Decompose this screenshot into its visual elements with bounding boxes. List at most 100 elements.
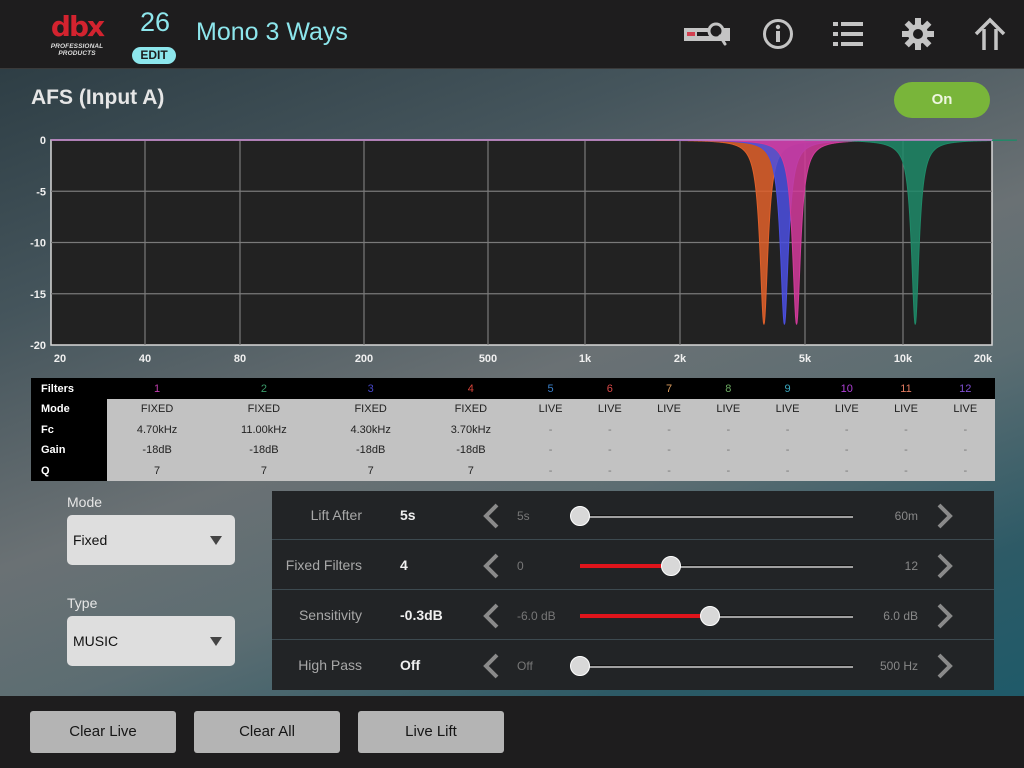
filter-number[interactable]: 7 <box>639 378 699 399</box>
filters-row-fc: Fc 4.70kHz 11.00kHz 4.30kHz 3.70kHz - - - - - - - - <box>31 419 995 440</box>
filter-gain-cell: -18dB <box>320 440 421 461</box>
filter-mode-cell: FIXED <box>320 399 421 420</box>
x-tick-label: 200 <box>355 353 373 365</box>
filter-number[interactable]: 2 <box>207 378 321 399</box>
chevron-right-icon[interactable] <box>932 553 956 579</box>
mode-dropdown[interactable]: Fixed <box>67 515 235 565</box>
filter-fc-cell: 11.00kHz <box>207 419 321 440</box>
filter-number[interactable]: 1 <box>107 378 208 399</box>
chevron-down-icon <box>210 637 222 646</box>
filter-number[interactable]: 4 <box>420 378 521 399</box>
filter-gain-cell: - <box>757 440 818 461</box>
filters-table: Filters 1 2 3 4 5 6 7 8 9 10 11 12 Mode FIXED FIXED FIXE… <box>31 378 995 481</box>
list-icon[interactable] <box>828 14 868 54</box>
filter-q-cell: 7 <box>320 460 421 481</box>
fixed-filters-min: 0 <box>517 559 524 573</box>
y-tick-label: -10 <box>30 238 46 250</box>
lift-after-value: 5s <box>400 507 416 523</box>
fixed-filters-label: Fixed Filters <box>285 557 362 573</box>
x-tick-label: 40 <box>139 353 151 365</box>
fixed-filters-slider-fill <box>580 564 671 568</box>
top-bar: dbx PROFESSIONAL PRODUCTS 26 EDIT Mono 3… <box>0 0 1024 69</box>
filter-gain-cell: -18dB <box>207 440 321 461</box>
high-pass-min: Off <box>517 659 533 673</box>
lift-after-min: 5s <box>517 509 530 523</box>
filter-number[interactable]: 6 <box>580 378 640 399</box>
sensitivity-value: -0.3dB <box>400 607 443 623</box>
filter-q-cell: 7 <box>420 460 521 481</box>
filter-mode-cell: LIVE <box>580 399 640 420</box>
filter-gain-cell: -18dB <box>107 440 208 461</box>
filter-q-cell: - <box>580 460 640 481</box>
row-label: Q <box>31 460 107 481</box>
sensitivity-max: 6.0 dB <box>883 609 918 623</box>
fixed-filters-max: 12 <box>904 559 918 573</box>
sensitivity-slider-fill <box>580 614 710 618</box>
chevron-left-icon[interactable] <box>480 553 504 579</box>
lift-after-max: 60m <box>894 509 918 523</box>
filter-mode-cell: LIVE <box>520 399 581 420</box>
filter-gain-cell: - <box>817 440 877 461</box>
gear-icon[interactable] <box>898 14 938 54</box>
bottom-bar: Clear Live Clear All Live Lift <box>0 696 1024 768</box>
row-label: Filters <box>31 378 107 399</box>
info-icon[interactable] <box>758 14 798 54</box>
live-lift-button[interactable]: Live Lift <box>358 711 504 753</box>
home-icon[interactable] <box>970 14 1010 54</box>
lift-after-slider-track[interactable] <box>580 515 853 518</box>
high-pass-slider-thumb[interactable] <box>570 656 590 676</box>
type-label: Type <box>67 595 98 611</box>
mode-label: Mode <box>67 494 103 510</box>
filter-fc-cell: - <box>757 419 818 440</box>
sensitivity-min: -6.0 dB <box>517 609 556 623</box>
lift-after-label: Lift After <box>310 507 362 523</box>
filter-number[interactable]: 10 <box>817 378 877 399</box>
clear-live-button[interactable]: Clear Live <box>30 711 176 753</box>
y-tick-label: -5 <box>36 186 46 198</box>
filter-q-cell: - <box>935 460 995 481</box>
lift-after-slider-thumb[interactable] <box>570 506 590 526</box>
lift-after-row: Lift After 5s 5s 60m <box>272 491 994 540</box>
dbx-logo: dbx PROFESSIONAL PRODUCTS <box>34 12 120 58</box>
afs-on-toggle[interactable]: On <box>894 82 990 118</box>
filter-gain-cell: - <box>639 440 699 461</box>
high-pass-slider-track[interactable] <box>580 665 853 668</box>
fixed-filters-slider-thumb[interactable] <box>660 556 681 576</box>
high-pass-row: High Pass Off Off 500 Hz <box>272 641 994 690</box>
chevron-right-icon[interactable] <box>932 603 956 629</box>
chevron-right-icon[interactable] <box>932 503 956 529</box>
fixed-filters-value: 4 <box>400 557 408 573</box>
filter-number[interactable]: 5 <box>520 378 581 399</box>
device-search-icon[interactable] <box>683 14 733 54</box>
sensitivity-row: Sensitivity -0.3dB -6.0 dB 6.0 dB <box>272 591 994 640</box>
filter-number[interactable]: 11 <box>876 378 936 399</box>
clear-all-button[interactable]: Clear All <box>194 711 340 753</box>
filter-number[interactable]: 3 <box>320 378 421 399</box>
filter-mode-cell: LIVE <box>698 399 758 420</box>
filters-row-q: Q7777-------- <box>31 460 995 481</box>
preset-number: 26 <box>139 7 171 37</box>
filter-gain-cell: - <box>580 440 640 461</box>
chevron-left-icon[interactable] <box>480 653 504 679</box>
filter-number[interactable]: 8 <box>698 378 758 399</box>
x-tick-label: 2k <box>674 353 687 365</box>
filter-gain-cell: -18dB <box>420 440 521 461</box>
chevron-right-icon[interactable] <box>932 653 956 679</box>
filter-fc-cell: - <box>639 419 699 440</box>
filter-mode-cell: FIXED <box>207 399 321 420</box>
chevron-left-icon[interactable] <box>480 603 504 629</box>
filters-row-mode: Mode FIXED FIXED FIXED FIXED LIVE LIVE LIVE LIVE… <box>31 399 995 420</box>
filter-mode-cell: LIVE <box>876 399 936 420</box>
sensitivity-label: Sensitivity <box>298 607 362 623</box>
type-dropdown[interactable]: MUSIC <box>67 616 235 666</box>
filter-number[interactable]: 12 <box>935 378 995 399</box>
filter-fc-cell: 4.70kHz <box>107 419 208 440</box>
x-tick-label: 20 <box>54 353 66 365</box>
edit-button[interactable]: EDIT <box>132 47 176 64</box>
x-tick-label: 1k <box>579 353 592 365</box>
filter-number[interactable]: 9 <box>757 378 818 399</box>
x-tick-label: 5k <box>799 353 812 365</box>
chevron-left-icon[interactable] <box>480 503 504 529</box>
sensitivity-slider-thumb[interactable] <box>699 606 720 626</box>
row-label: Gain <box>31 440 107 461</box>
